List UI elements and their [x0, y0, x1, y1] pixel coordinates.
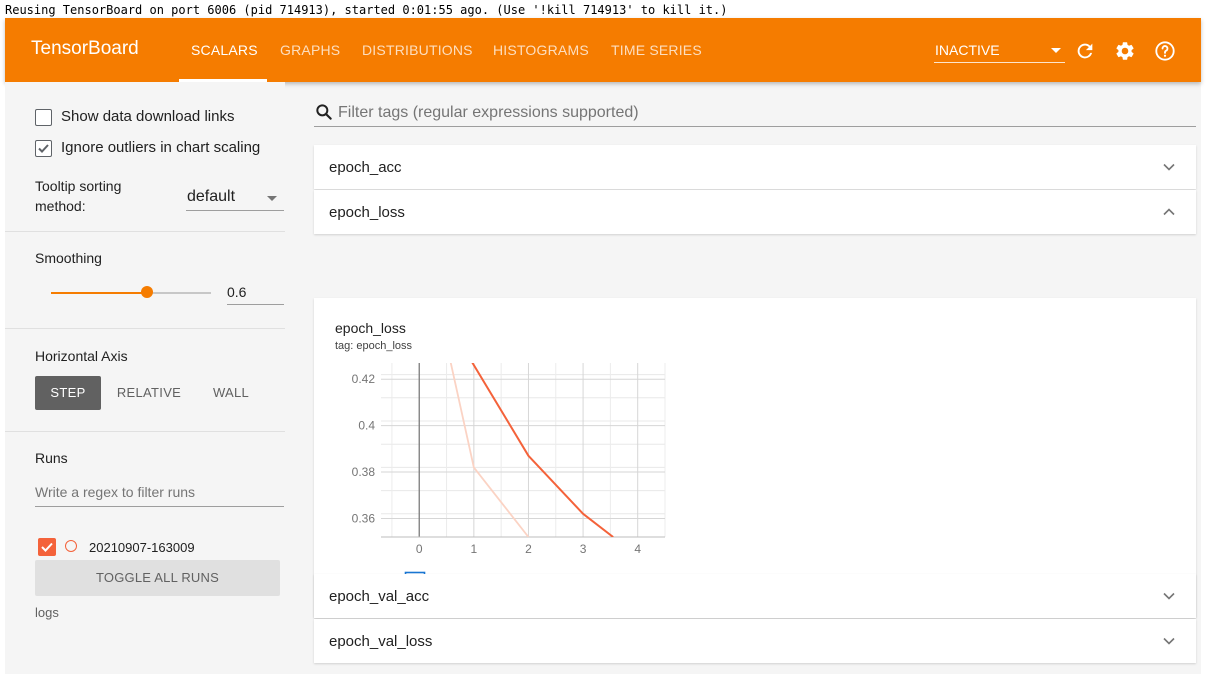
tab-histograms[interactable]: HISTOGRAMS	[493, 42, 589, 58]
divider	[5, 431, 285, 432]
tab-time-series[interactable]: TIME SERIES	[611, 42, 702, 58]
run-checkbox[interactable]	[38, 538, 56, 556]
refresh-icon[interactable]	[1074, 40, 1096, 62]
logdir-label: logs	[35, 605, 59, 620]
toggle-all-runs-button[interactable]: TOGGLE ALL RUNS	[35, 560, 280, 596]
tooltip-sorting-label-line2: method:	[35, 198, 86, 214]
category-epoch-val-loss[interactable]: epoch_val_loss	[314, 619, 1196, 663]
smoothing-input[interactable]: 0.6	[227, 280, 284, 305]
series-line-smoothed	[471, 363, 614, 537]
brand-title: TensorBoard	[31, 38, 139, 59]
chart-card: epoch_loss tag: epoch_loss 0.36 0.38 0.4 0.…	[314, 298, 1196, 617]
unchecked-checkbox-icon	[35, 109, 52, 126]
axis-step-button[interactable]: STEP	[35, 376, 101, 410]
tab-graphs[interactable]: GRAPHS	[280, 42, 340, 58]
x-tick-label: 4	[634, 542, 641, 556]
tensorboard-app: TensorBoard SCALARS GRAPHS DISTRIBUTIONS…	[5, 18, 1201, 674]
run-color-circle-icon[interactable]	[65, 540, 77, 552]
line-chart[interactable]: 0.36 0.38 0.4 0.42 0 1 2 3 4	[314, 353, 674, 558]
runs-label: Runs	[35, 450, 68, 466]
tab-distributions[interactable]: DISTRIBUTIONS	[362, 42, 473, 58]
smoothing-slider-thumb[interactable]	[141, 286, 153, 298]
tooltip-sorting-value: default	[187, 188, 236, 205]
chevron-down-icon	[1163, 163, 1175, 171]
y-tick-label: 0.42	[352, 372, 376, 386]
series-line-raw	[449, 363, 530, 537]
chart-tag: tag: epoch_loss	[335, 340, 413, 352]
settings-icon[interactable]	[1114, 40, 1136, 62]
x-tick-label: 3	[580, 542, 587, 556]
smoothing-label: Smoothing	[35, 250, 102, 266]
smoothing-slider-fill	[51, 292, 147, 294]
dropdown-caret-icon	[267, 196, 277, 201]
chart-title: epoch_loss	[335, 320, 406, 336]
axis-wall-button[interactable]: WALL	[201, 376, 261, 410]
sidebar: Show data download links Ignore outliers…	[5, 82, 285, 674]
help-icon[interactable]	[1154, 40, 1176, 62]
category-name: epoch_loss	[329, 204, 405, 221]
runs-filter-placeholder: Write a regex to filter runs	[35, 484, 196, 500]
runs-filter-input[interactable]: Write a regex to filter runs	[35, 482, 284, 507]
category-epoch-val-acc[interactable]: epoch_val_acc	[314, 574, 1196, 618]
x-tick-label: 0	[416, 542, 423, 556]
category-name: epoch_val_acc	[329, 588, 430, 605]
chevron-down-icon	[1163, 592, 1175, 600]
plugin-select[interactable]: INACTIVE	[934, 40, 1065, 63]
category-name: epoch_acc	[329, 159, 402, 176]
smoothing-value: 0.6	[227, 284, 247, 300]
tooltip-sorting-select[interactable]: default	[186, 186, 284, 211]
horizontal-axis-label: Horizontal Axis	[35, 348, 128, 364]
tag-filter-input[interactable]: Filter tags (regular expressions support…	[314, 96, 1196, 127]
chevron-up-icon	[1163, 208, 1175, 216]
divider	[5, 231, 285, 232]
dropdown-caret-icon	[1051, 48, 1061, 53]
top-app-bar: TensorBoard SCALARS GRAPHS DISTRIBUTIONS…	[5, 18, 1201, 82]
y-tick-label: 0.38	[352, 465, 376, 479]
divider	[5, 328, 285, 329]
x-tick-label: 2	[525, 542, 532, 556]
chevron-down-icon	[1163, 637, 1175, 645]
run-name: 20210907-163009	[89, 540, 195, 555]
category-epoch-acc[interactable]: epoch_acc	[314, 145, 1196, 189]
y-tick-label: 0.36	[352, 511, 376, 525]
category-epoch-loss[interactable]: epoch_loss	[314, 190, 1196, 234]
console-message: Reusing TensorBoard on port 6006 (pid 71…	[5, 3, 728, 17]
plugin-select-value: INACTIVE	[935, 42, 1000, 58]
tag-filter-placeholder: Filter tags (regular expressions support…	[338, 104, 639, 121]
tab-scalars[interactable]: SCALARS	[191, 42, 258, 58]
y-tick-label: 0.4	[358, 419, 375, 433]
search-icon	[316, 104, 332, 120]
category-name: epoch_val_loss	[329, 633, 433, 650]
tooltip-sorting-label: Tooltip sorting	[35, 178, 122, 194]
checked-checkbox-icon	[35, 140, 52, 157]
show-download-links-label: Show data download links	[61, 108, 235, 125]
x-tick-label: 1	[471, 542, 478, 556]
ignore-outliers-label: Ignore outliers in chart scaling	[61, 139, 261, 156]
axis-relative-button[interactable]: RELATIVE	[109, 376, 189, 410]
main-panel: Filter tags (regular expressions support…	[314, 82, 1201, 674]
